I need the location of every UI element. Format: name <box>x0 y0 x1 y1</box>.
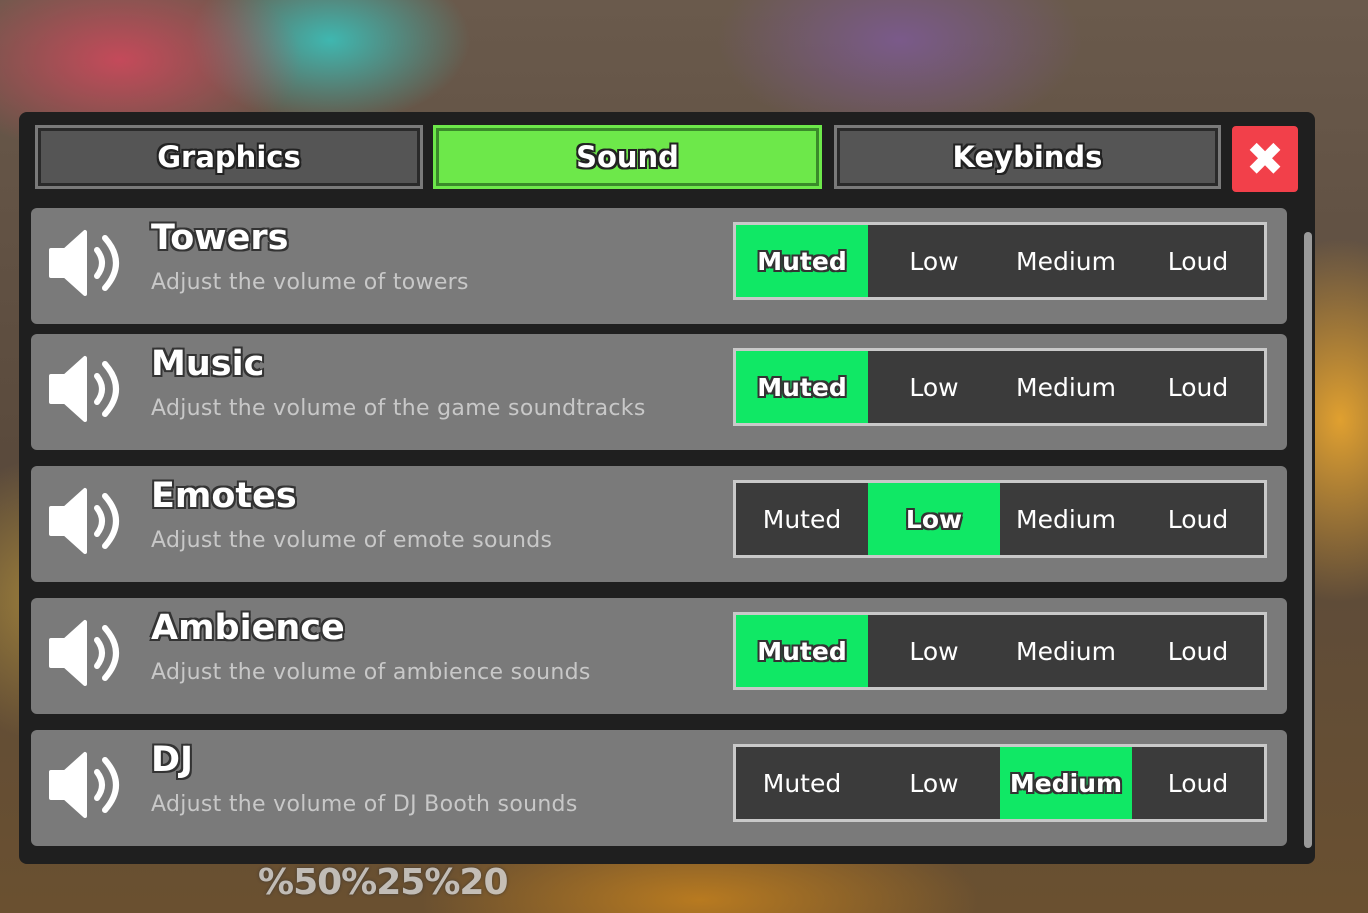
setting-row-emotes: Emotes Adjust the volume of emote sounds M… <box>31 466 1287 582</box>
speaker-icon <box>47 224 129 302</box>
volume-option-muted[interactable]: Muted <box>736 351 868 423</box>
setting-row-dj: DJ Adjust the volume of DJ Booth sounds Mu… <box>31 730 1287 846</box>
setting-row-towers: Towers Adjust the volume of towers Muted Lo… <box>31 208 1287 324</box>
volume-option-muted[interactable]: Muted <box>736 615 868 687</box>
volume-option-medium[interactable]: Medium <box>1000 351 1132 423</box>
speaker-icon <box>47 746 129 824</box>
volume-option-medium[interactable]: Medium <box>1000 225 1132 297</box>
setting-description: Adjust the volume of emote sounds <box>151 528 553 553</box>
volume-option-low[interactable]: Low <box>868 225 1000 297</box>
volume-selector: Muted Low Medium Loud <box>733 744 1267 822</box>
volume-option-low[interactable]: Low <box>868 747 1000 819</box>
volume-option-muted[interactable]: Muted <box>736 225 868 297</box>
scrollbar[interactable] <box>1304 232 1312 848</box>
volume-option-low[interactable]: Low <box>868 351 1000 423</box>
close-icon: ✖ <box>1245 132 1285 186</box>
tab-keybinds[interactable]: Keybinds <box>834 125 1221 189</box>
volume-selector: Muted Low Medium Loud <box>733 612 1267 690</box>
volume-selector: Muted Low Medium Loud <box>733 480 1267 558</box>
speaker-icon <box>47 350 129 428</box>
close-button[interactable]: ✖ <box>1232 126 1298 192</box>
volume-option-loud[interactable]: Loud <box>1132 615 1264 687</box>
volume-option-medium[interactable]: Medium <box>1000 615 1132 687</box>
setting-title: Towers <box>151 218 289 258</box>
tab-graphics[interactable]: Graphics <box>35 125 423 189</box>
volume-option-loud[interactable]: Loud <box>1132 225 1264 297</box>
setting-description: Adjust the volume of the game soundtrack… <box>151 396 646 421</box>
volume-option-muted[interactable]: Muted <box>736 747 868 819</box>
volume-option-loud[interactable]: Loud <box>1132 351 1264 423</box>
settings-panel: Graphics Sound Keybinds ✖ Towers Adjust t… <box>19 112 1315 864</box>
volume-option-low[interactable]: Low <box>868 615 1000 687</box>
speaker-icon <box>47 482 129 560</box>
setting-title: Emotes <box>151 476 297 516</box>
speaker-icon <box>47 614 129 692</box>
volume-option-low[interactable]: Low <box>868 483 1000 555</box>
setting-description: Adjust the volume of DJ Booth sounds <box>151 792 578 817</box>
setting-title: DJ <box>151 740 194 780</box>
volume-option-medium[interactable]: Medium <box>1000 483 1132 555</box>
setting-title: Music <box>151 344 265 384</box>
background-overlay-text: %50%25%20 <box>258 862 509 903</box>
tab-sound[interactable]: Sound <box>433 125 822 189</box>
volume-option-muted[interactable]: Muted <box>736 483 868 555</box>
volume-selector: Muted Low Medium Loud <box>733 348 1267 426</box>
setting-row-ambience: Ambience Adjust the volume of ambience so… <box>31 598 1287 714</box>
setting-row-music: Music Adjust the volume of the game sound… <box>31 334 1287 450</box>
volume-option-loud[interactable]: Loud <box>1132 747 1264 819</box>
setting-title: Ambience <box>151 608 345 648</box>
volume-selector: Muted Low Medium Loud <box>733 222 1267 300</box>
volume-option-loud[interactable]: Loud <box>1132 483 1264 555</box>
volume-option-medium[interactable]: Medium <box>1000 747 1132 819</box>
setting-description: Adjust the volume of towers <box>151 270 469 295</box>
setting-description: Adjust the volume of ambience sounds <box>151 660 591 685</box>
